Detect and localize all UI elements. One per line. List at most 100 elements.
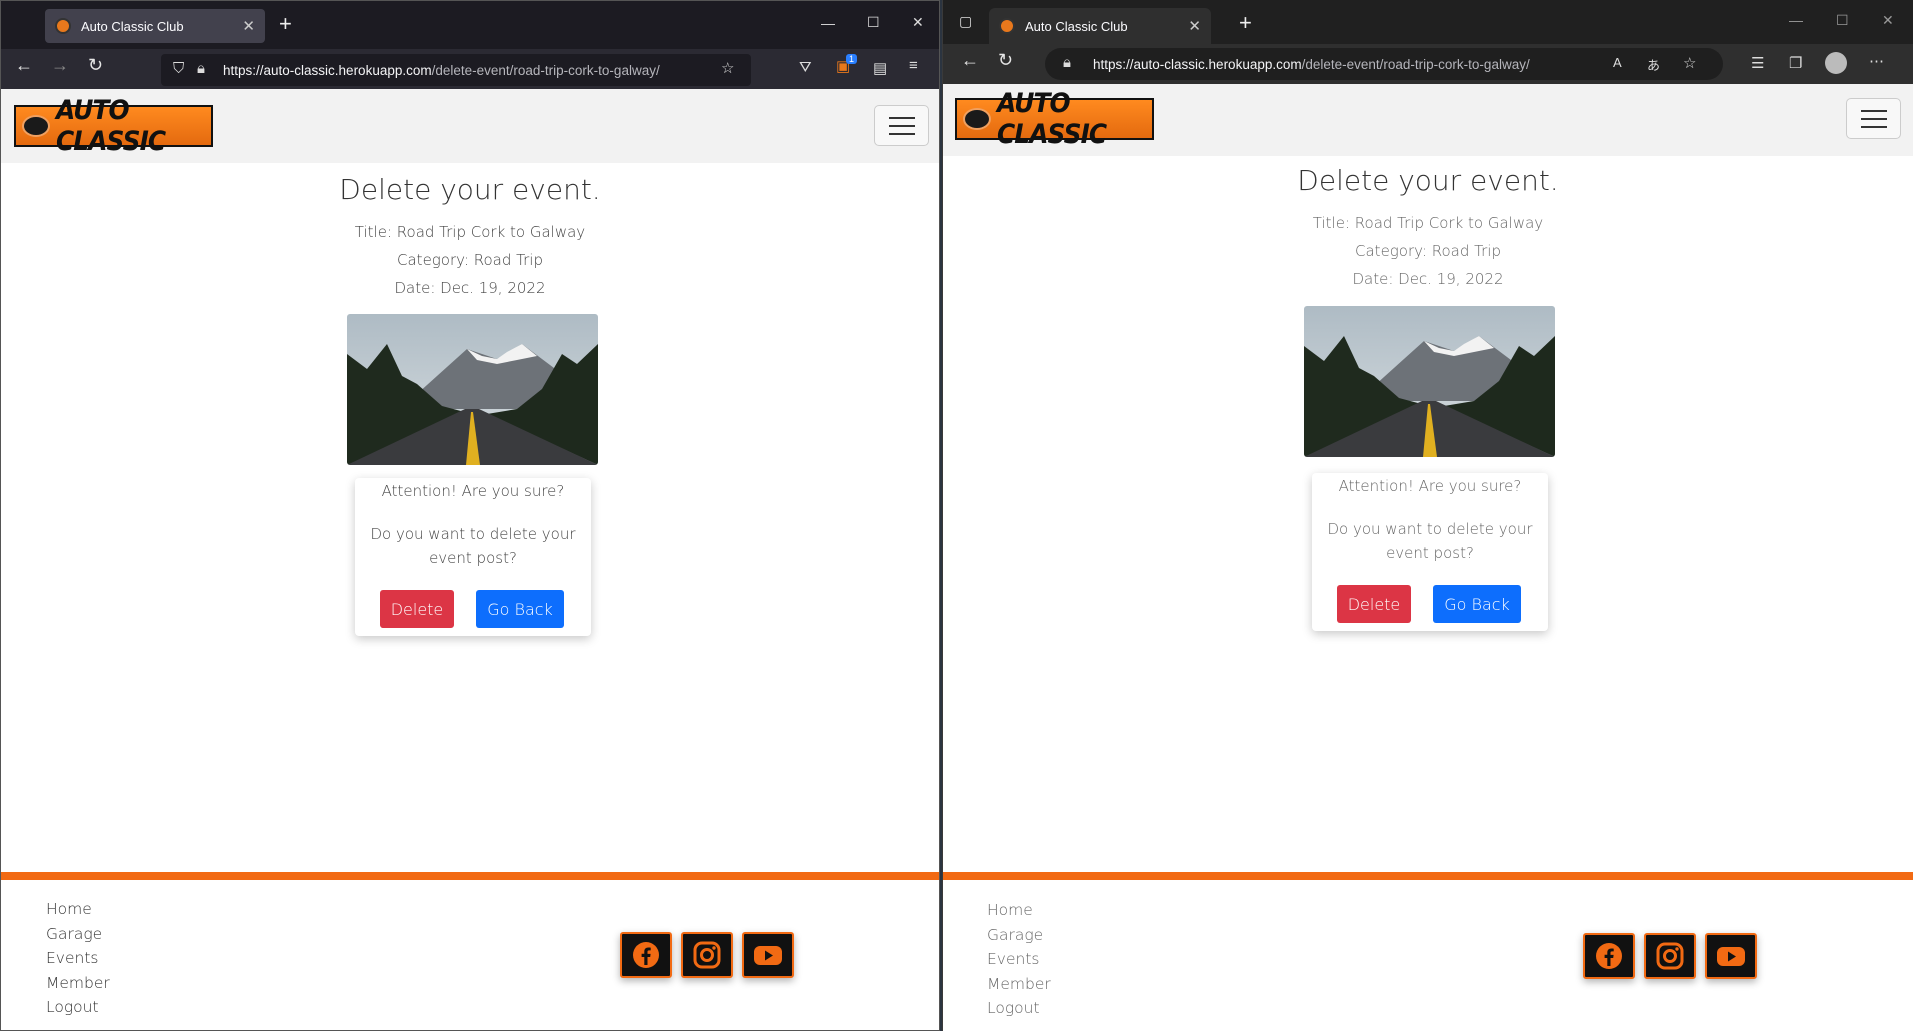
lock-icon: 🔒︎ [197, 60, 205, 77]
favicon-icon [999, 18, 1015, 34]
more-menu-icon[interactable]: ⋯ [1869, 52, 1884, 70]
footer-link-garage[interactable]: Garage [987, 923, 1051, 948]
menu-icon[interactable]: ≡ [909, 57, 918, 74]
logo-text: AUTO CLASSIC [997, 88, 1107, 150]
web-page: AUTO CLASSIC Delete your event. Title: R… [943, 84, 1913, 1031]
favorites-icon[interactable]: ☰ [1751, 54, 1764, 72]
page-title: Delete your event. [1297, 164, 1559, 197]
footer-link-member[interactable]: Member [987, 972, 1051, 997]
youtube-icon[interactable] [1705, 933, 1757, 979]
delete-button[interactable]: Delete [1337, 585, 1411, 623]
address-bar[interactable]: 🔒︎ https://auto-classic.herokuapp.com/de… [1045, 48, 1723, 80]
pocket-icon[interactable]: ⛛ [799, 59, 812, 76]
lock-icon: 🔒︎ [1063, 54, 1071, 71]
site-header: AUTO CLASSIC [1, 89, 939, 163]
footer-link-home[interactable]: Home [46, 897, 110, 922]
maximize-button[interactable]: ☐ [867, 14, 880, 31]
footer-link-home[interactable]: Home [987, 898, 1051, 923]
url-path: /delete-event/road-trip-cork-to-galway/ [1301, 56, 1530, 72]
logo-emblem-icon [22, 115, 50, 137]
tab-strip: Auto Classic Club ✕ + — ☐ ✕ [1, 1, 939, 49]
footer-links: Home Garage Events Member Logout [987, 898, 1051, 1021]
url-host: https://auto-classic.herokuapp.com [1093, 56, 1302, 72]
browser-tab[interactable]: Auto Classic Club ✕ [989, 8, 1211, 44]
facebook-icon[interactable] [620, 932, 672, 978]
delete-confirmation-card: Attention! Are you sure? Do you want to … [355, 478, 591, 636]
back-icon[interactable]: ← [15, 55, 33, 76]
event-category: Category: Road Trip [397, 251, 543, 269]
confirm-text: Do you want to delete your event post? [370, 525, 576, 567]
close-tab-icon[interactable]: ✕ [1188, 17, 1201, 35]
page-title: Delete your event. [339, 173, 601, 206]
footer-link-logout[interactable]: Logout [46, 995, 110, 1020]
nav-toolbar: ← ↻ 🔒︎ https://auto-classic.herokuapp.co… [943, 44, 1913, 84]
url-path: /delete-event/road-trip-cork-to-galway/ [431, 62, 660, 78]
bookmark-star-icon[interactable]: ☆ [721, 59, 734, 77]
footer-link-logout[interactable]: Logout [987, 996, 1051, 1021]
confirm-question: Attention! Are you sure? [1338, 477, 1522, 495]
navbar-toggler-button[interactable] [874, 105, 929, 146]
address-bar[interactable]: ⛉ 🔒︎ https://auto-classic.herokuapp.com /… [161, 54, 751, 86]
close-window-button[interactable]: ✕ [1882, 12, 1894, 29]
social-links [1583, 933, 1757, 979]
minimize-button[interactable]: — [821, 15, 835, 31]
event-date: Date: Dec. 19, 2022 [1352, 270, 1504, 288]
translate-icon[interactable]: あ [1647, 55, 1660, 74]
new-tab-button[interactable]: + [279, 11, 292, 37]
tab-title: Auto Classic Club [81, 18, 184, 34]
tab-actions-icon[interactable]: ▢ [959, 13, 972, 30]
youtube-icon[interactable] [742, 932, 794, 978]
event-title: Title: Road Trip Cork to Galway [1312, 214, 1544, 232]
event-date: Date: Dec. 19, 2022 [394, 279, 546, 297]
site-logo[interactable]: AUTO CLASSIC [955, 88, 1154, 150]
new-tab-button[interactable]: + [1239, 10, 1252, 36]
reload-icon[interactable]: ↻ [88, 55, 103, 76]
browser-window-firefox: Auto Classic Club ✕ + — ☐ ✕ ← → ↻ ⛉ 🔒︎ h… [0, 0, 940, 1031]
favicon-icon [55, 18, 71, 34]
tab-title: Auto Classic Club [1025, 18, 1128, 34]
site-header: AUTO CLASSIC [943, 84, 1913, 156]
instagram-icon[interactable] [1644, 933, 1696, 979]
footer-links: Home Garage Events Member Logout [46, 897, 110, 1020]
confirm-question: Attention! Are you sure? [381, 482, 565, 500]
add-favorite-icon[interactable]: ☆ [1683, 54, 1696, 72]
shield-icon[interactable]: ⛉ [173, 60, 184, 77]
footer-link-events[interactable]: Events [987, 947, 1051, 972]
close-window-button[interactable]: ✕ [912, 14, 924, 31]
go-back-button[interactable]: Go Back [476, 590, 564, 628]
confirm-text: Do you want to delete your event post? [1327, 520, 1533, 562]
footer-link-garage[interactable]: Garage [46, 922, 110, 947]
site-logo[interactable]: AUTO CLASSIC [14, 95, 213, 157]
go-back-button[interactable]: Go Back [1433, 585, 1521, 623]
event-details: Delete your event. Title: Road Trip Cork… [1, 173, 939, 302]
event-category: Category: Road Trip [1355, 242, 1501, 260]
facebook-icon[interactable] [1583, 933, 1635, 979]
delete-button[interactable]: Delete [380, 590, 454, 628]
reload-icon[interactable]: ↻ [998, 50, 1013, 71]
logo-emblem-icon [963, 108, 991, 130]
instagram-icon[interactable] [681, 932, 733, 978]
navbar-toggler-button[interactable] [1846, 98, 1901, 139]
maximize-button[interactable]: ☐ [1836, 12, 1849, 29]
profile-avatar[interactable] [1825, 52, 1847, 74]
close-tab-icon[interactable]: ✕ [242, 17, 255, 35]
browser-window-edge: ▢ Auto Classic Club ✕ + — ☐ ✕ ← ↻ 🔒︎ htt… [942, 0, 1913, 1031]
browser-tab[interactable]: Auto Classic Club ✕ [45, 9, 265, 43]
devtools-icon[interactable]: ▤ [873, 59, 887, 77]
event-title: Title: Road Trip Cork to Galway [354, 223, 586, 241]
extension-badge: 1 [846, 54, 858, 64]
footer-link-events[interactable]: Events [46, 946, 110, 971]
forward-icon[interactable]: → [51, 55, 69, 76]
web-page: AUTO CLASSIC Delete your event. Title: R… [1, 89, 939, 1030]
event-image [1304, 306, 1555, 457]
nav-toolbar: ← → ↻ ⛉ 🔒︎ https://auto-classic.herokuap… [1, 49, 939, 89]
url-host: https://auto-classic.herokuapp.com [223, 62, 432, 78]
event-image [347, 314, 598, 465]
collections-icon[interactable]: ❐ [1789, 54, 1802, 72]
footer-link-member[interactable]: Member [46, 971, 110, 996]
event-details: Delete your event. Title: Road Trip Cork… [943, 164, 1913, 293]
minimize-button[interactable]: — [1789, 12, 1803, 28]
back-icon[interactable]: ← [961, 50, 979, 71]
read-aloud-icon[interactable]: A [1613, 55, 1622, 70]
footer-accent-bar [1, 872, 939, 880]
